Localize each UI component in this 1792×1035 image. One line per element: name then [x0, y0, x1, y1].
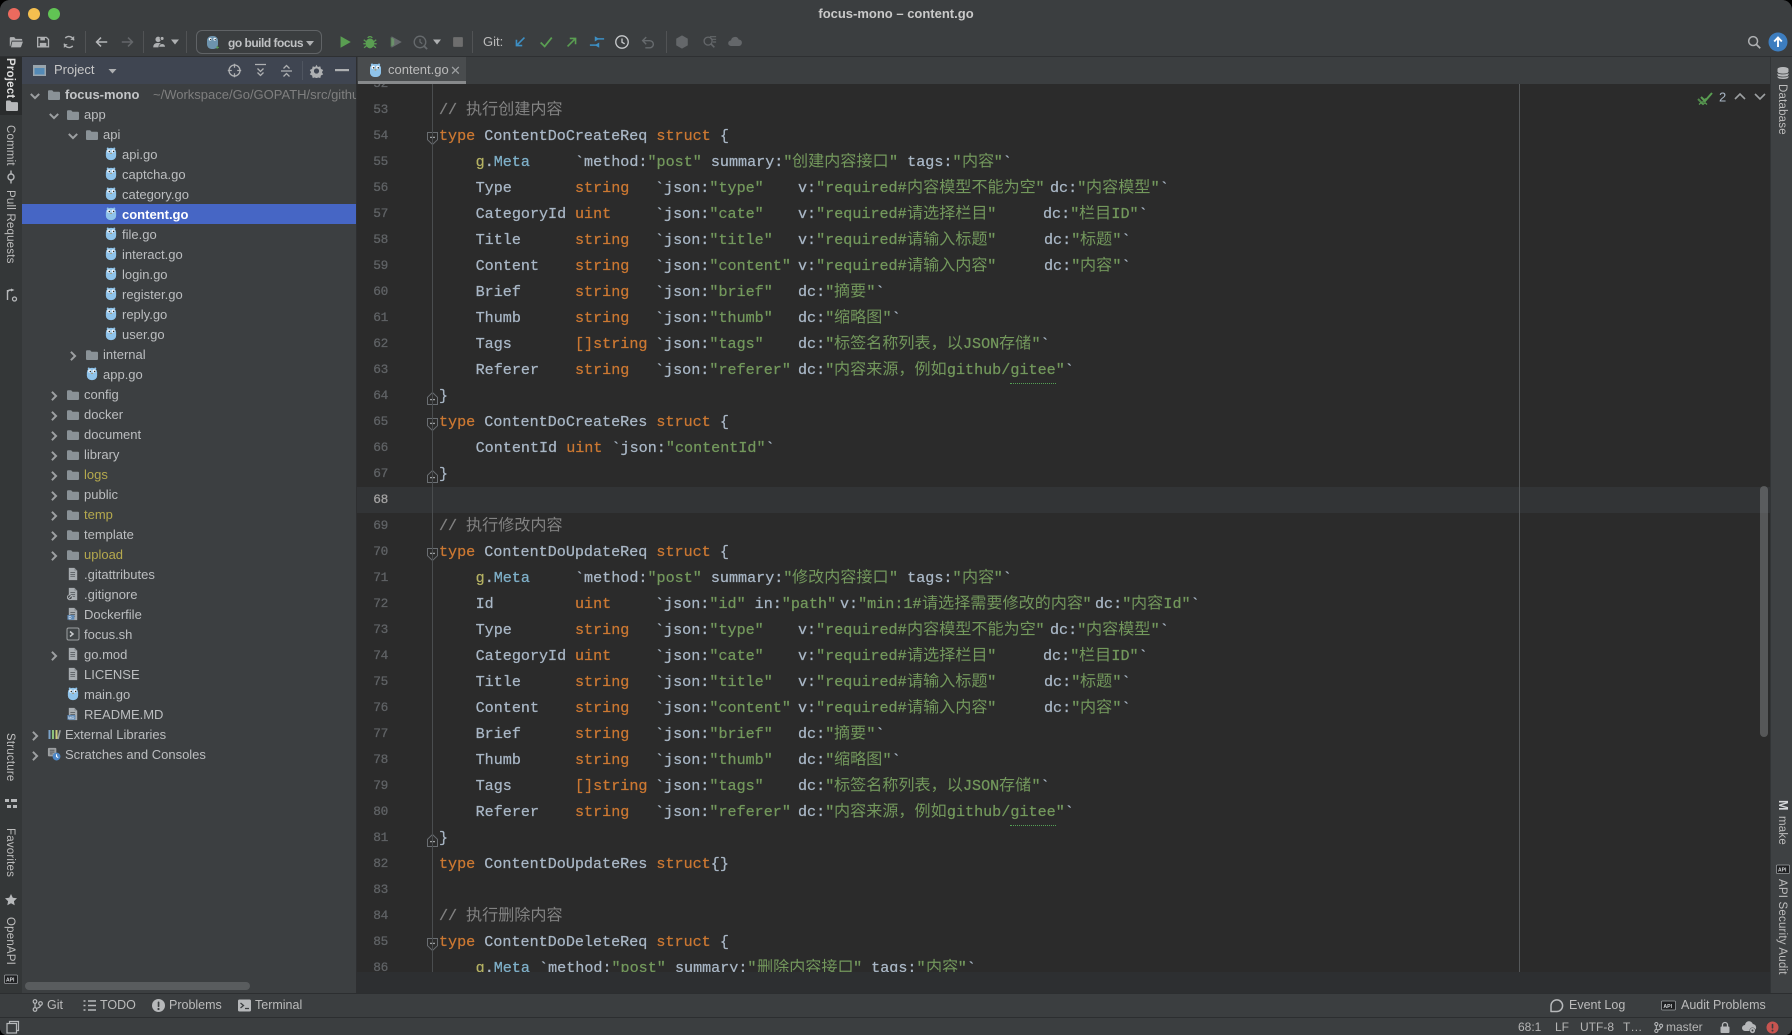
svg-text:D: D: [69, 615, 72, 620]
svg-text:API: API: [6, 978, 15, 984]
svg-text:API: API: [1663, 1004, 1672, 1010]
svg-text:2: 2: [1719, 90, 1726, 105]
svg-text:API: API: [1778, 868, 1787, 874]
svg-text:MD: MD: [68, 715, 74, 720]
